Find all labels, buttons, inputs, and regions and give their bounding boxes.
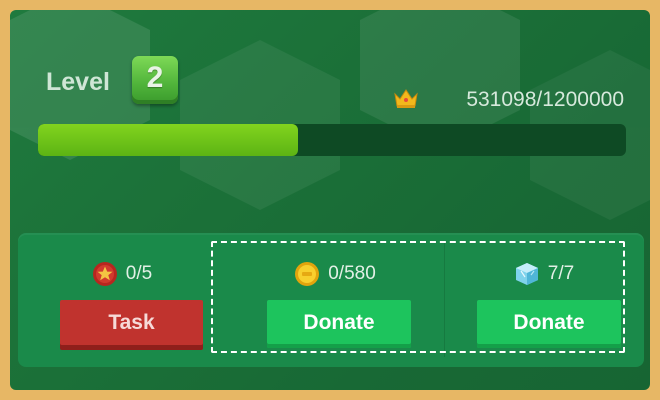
level-label: Level bbox=[46, 68, 110, 96]
task-button[interactable]: Task bbox=[60, 300, 203, 350]
donate-gems-button[interactable]: Donate bbox=[477, 300, 621, 348]
task-counter: 0/5 bbox=[18, 261, 226, 287]
gem-counter: 7/7 bbox=[444, 261, 644, 287]
star-medal-icon bbox=[92, 262, 117, 286]
level-panel: Level 2 531098/1200000 0/5 Task 0/580 Do… bbox=[10, 10, 650, 390]
task-count-text: 0/5 bbox=[125, 263, 153, 284]
ice-cube-icon bbox=[515, 263, 538, 285]
coin-counter: 0/580 bbox=[227, 261, 443, 287]
gem-count-text: 7/7 bbox=[547, 263, 575, 284]
xp-progress-text: 531098/1200000 bbox=[466, 88, 624, 111]
xp-progress-fill bbox=[38, 124, 299, 156]
actions-panel: 0/5 Task 0/580 Donate 7/7 Donate bbox=[18, 233, 644, 367]
task-cell: 0/5 Task bbox=[18, 233, 226, 367]
crown-icon bbox=[394, 89, 418, 108]
coin-donation-cell: 0/580 Donate bbox=[227, 233, 443, 367]
gold-coin-icon bbox=[295, 262, 320, 286]
xp-progress-bar bbox=[38, 124, 626, 156]
level-number-badge: 2 bbox=[132, 56, 178, 104]
donate-coins-button[interactable]: Donate bbox=[267, 300, 411, 348]
gem-donation-cell: 7/7 Donate bbox=[444, 233, 644, 367]
coin-count-text: 0/580 bbox=[328, 263, 376, 284]
